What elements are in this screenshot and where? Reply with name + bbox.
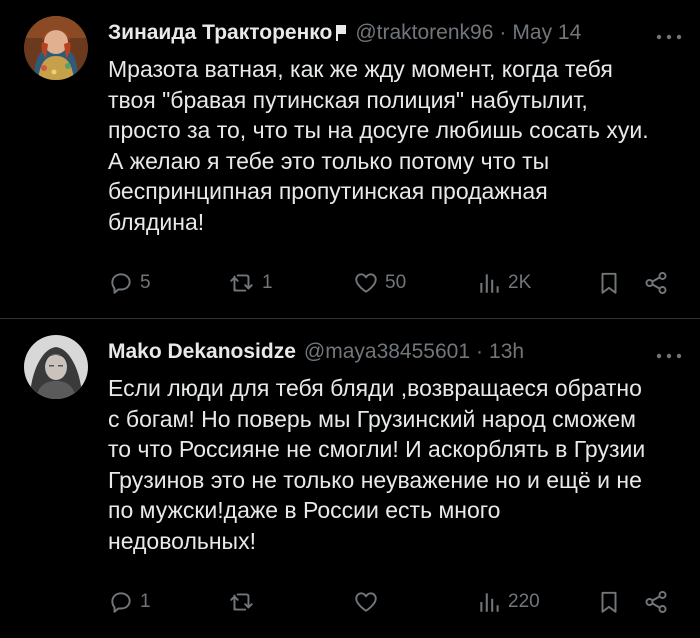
- bookmark-icon: [601, 591, 617, 613]
- more-icon[interactable]: [654, 26, 684, 40]
- reply-button[interactable]: 1: [108, 587, 151, 617]
- tweet-text-line: по мужски!даже в России есть много: [108, 497, 501, 523]
- retweet-icon: [230, 593, 253, 611]
- tweet-text-line: просто за то, что ты на досуге любишь со…: [108, 117, 649, 143]
- separator-dot: ·: [499, 21, 507, 44]
- tweet-text-line: А желаю я тебе это только потому что ты: [108, 147, 550, 174]
- tweet[interactable]: Mako Dekanosidze @maya38455601 · 13h Есл…: [0, 319, 700, 638]
- tweet-text: Мразота ватная, как же жду момент, когда…: [108, 54, 682, 237]
- views-count: 220: [508, 591, 540, 612]
- timestamp[interactable]: 13h: [489, 340, 524, 364]
- tweet-text-line: Мразота ватная, как же жду момент, когда…: [108, 56, 613, 82]
- timestamp[interactable]: May 14: [512, 21, 581, 45]
- heart-icon: [355, 273, 377, 293]
- retweet-button[interactable]: 1: [228, 268, 273, 298]
- tweet-text-line: то что Россияне не смогли! И аскорблять …: [108, 436, 646, 462]
- flag-icon: [335, 23, 347, 43]
- bookmark-button[interactable]: [596, 268, 622, 298]
- bookmark-button[interactable]: [596, 587, 622, 617]
- views-button[interactable]: 220: [476, 587, 540, 617]
- reply-icon: [111, 592, 131, 613]
- tweet-text-line: с богам! Но поверь мы Грузинский народ с…: [108, 405, 636, 432]
- bookmark-icon: [601, 272, 617, 294]
- avatar-image: [24, 335, 88, 399]
- avatar[interactable]: [24, 335, 88, 399]
- tweet-text: Если люди для тебя бляди ,возвращаеся об…: [108, 373, 682, 556]
- views-icon: [480, 274, 499, 293]
- views-icon: [480, 593, 499, 612]
- heart-icon: [355, 592, 377, 612]
- avatar-image: [24, 16, 88, 80]
- tweet-text-line: твоя "бравая путинская полиция" набутыли…: [108, 86, 588, 113]
- tweet-header: Зинаида Тракторенко @traktorenk96 · May …: [108, 20, 684, 46]
- author-handle[interactable]: @maya38455601: [304, 340, 470, 364]
- retweet-count: 1: [262, 272, 273, 293]
- reply-count: 1: [140, 591, 151, 612]
- share-icon: [645, 271, 667, 295]
- retweet-button[interactable]: [228, 587, 262, 617]
- more-icon[interactable]: [654, 345, 684, 359]
- like-count: 50: [385, 272, 407, 293]
- reply-icon: [111, 273, 131, 294]
- reply-count: 5: [140, 272, 151, 293]
- retweet-icon: [230, 274, 253, 292]
- views-button[interactable]: 2K: [476, 268, 531, 298]
- author-handle[interactable]: @traktorenk96: [355, 21, 493, 45]
- share-button[interactable]: [643, 268, 669, 298]
- tweet[interactable]: Зинаида Тракторенко @traktorenk96 · May …: [0, 0, 700, 318]
- author-name[interactable]: Зинаида Тракторенко: [108, 21, 332, 45]
- share-icon: [645, 590, 667, 614]
- tweet-header: Mako Dekanosidze @maya38455601 · 13h: [108, 339, 684, 365]
- tweet-text-line: беспринципная пропутинская продажная: [108, 178, 548, 204]
- tweet-text-line: Грузинов это не только неуважение но и е…: [108, 466, 642, 493]
- author-name[interactable]: Mako Dekanosidze: [108, 340, 296, 364]
- avatar[interactable]: [24, 16, 88, 80]
- tweet-text-line: недовольных!: [108, 527, 256, 554]
- separator-dot: ·: [476, 340, 484, 363]
- action-bar: 1 220: [108, 587, 684, 617]
- tweet-text-line: блядина!: [108, 208, 205, 235]
- share-button[interactable]: [643, 587, 669, 617]
- reply-button[interactable]: 5: [108, 268, 151, 298]
- tweet-text-line: Если люди для тебя бляди ,возвращаеся об…: [108, 375, 642, 401]
- views-count: 2K: [508, 272, 532, 293]
- action-bar: 5 1 50 2K: [108, 268, 684, 298]
- like-button[interactable]: [353, 587, 385, 617]
- like-button[interactable]: 50: [353, 268, 406, 298]
